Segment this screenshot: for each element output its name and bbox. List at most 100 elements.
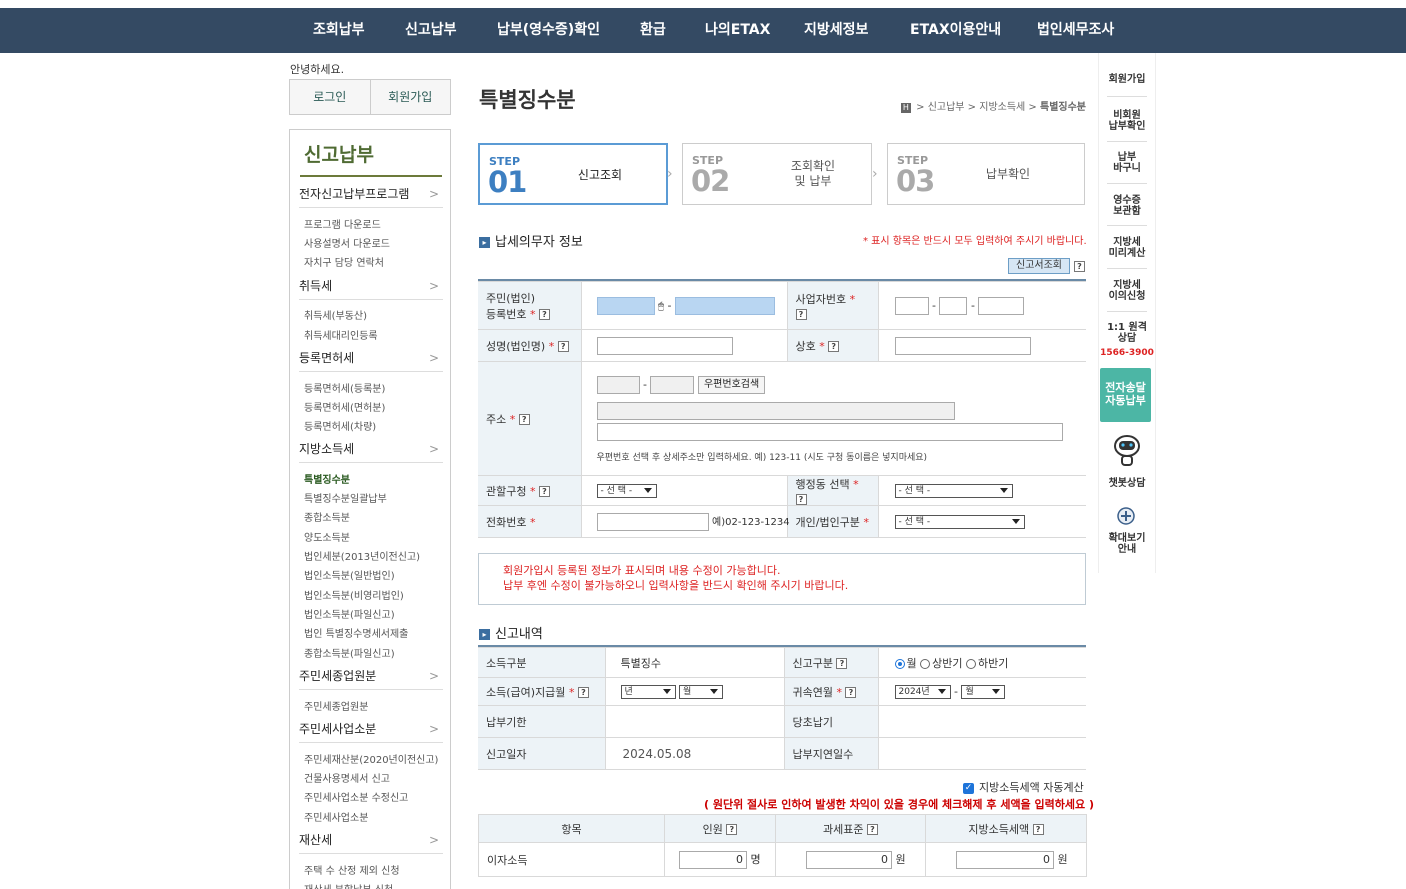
quick-zoom-guide[interactable]: 확대보기 안내	[1099, 533, 1155, 555]
pay-month-select[interactable]: 월	[679, 684, 723, 699]
chatbot-icon[interactable]	[1111, 432, 1143, 468]
help-icon[interactable]: ?	[538, 309, 550, 320]
bizno-1-input[interactable]	[894, 296, 929, 315]
login-button[interactable]: 로그인	[290, 80, 371, 114]
personal-corp-select[interactable]: - 선 택 -	[894, 514, 1025, 529]
help-icon[interactable]: ?	[795, 493, 807, 505]
pay-year-select[interactable]: 년	[620, 684, 676, 699]
radio-monthly[interactable]	[894, 658, 905, 669]
quick-payment-cart[interactable]: 납부 바구니	[1099, 152, 1155, 174]
address-2-input[interactable]	[596, 423, 1063, 441]
bizno-3-input[interactable]	[978, 296, 1025, 315]
quick-tax-precalc[interactable]: 지방세 미리계산	[1099, 237, 1155, 259]
help-icon[interactable]: ?	[795, 308, 807, 320]
help-icon[interactable]: ?	[557, 341, 569, 352]
help-icon[interactable]: ?	[828, 341, 840, 352]
side-nav-item[interactable]: 법인소득분(비영리법인)	[304, 587, 404, 602]
help-icon[interactable]: ?	[726, 824, 738, 835]
side-nav-item[interactable]: 주택 수 산정 제외 신청	[304, 862, 400, 877]
join-button[interactable]: 회원가입	[370, 80, 450, 114]
side-nav-item[interactable]: 법인 특별징수명세서제출	[304, 625, 408, 640]
quick-e-delivery[interactable]: 전자송달 자동납부	[1100, 368, 1151, 422]
gnb-item-etax-guide[interactable]: ETAX이용안내	[910, 8, 1001, 53]
phone-input[interactable]	[596, 512, 709, 531]
quick-receipt-box[interactable]: 영수증 보관함	[1099, 195, 1155, 217]
zip-search-button[interactable]: 우편번호검색	[697, 376, 766, 394]
side-nav-item[interactable]: 주민세종업원분	[304, 698, 368, 713]
side-nav-section[interactable]: 주민세사업소분 >	[299, 715, 443, 743]
dong-select[interactable]: - 선 택 -	[894, 483, 1013, 498]
side-nav-item[interactable]: 등록면허세(차량)	[304, 418, 376, 433]
home-icon[interactable]: H	[900, 103, 911, 113]
side-nav-section-active[interactable]: 지방소득세 >	[299, 435, 443, 463]
regno-back-input[interactable]	[674, 296, 775, 315]
help-icon[interactable]: ?	[845, 687, 857, 698]
bizno-2-input[interactable]	[939, 296, 968, 315]
radio-second-half[interactable]	[966, 658, 976, 669]
side-nav-item[interactable]: 재산세 분할납부 신청	[304, 881, 393, 889]
quick-chatbot[interactable]: 챗봇상담	[1099, 478, 1155, 489]
side-nav-section[interactable]: 전자신고납부프로그램 >	[299, 180, 443, 208]
side-nav-item[interactable]: 주민세사업소분	[304, 809, 368, 824]
gnb-item-refund[interactable]: 환급	[640, 8, 666, 53]
side-nav-item[interactable]: 법인소득분(파일신고)	[304, 606, 395, 621]
belong-month-select[interactable]: 월	[961, 684, 1006, 699]
gnb-item-my-etax[interactable]: 나의ETAX	[705, 8, 770, 53]
count-input[interactable]: 0	[679, 850, 747, 869]
quick-remote-support[interactable]: 1:1 원격 상담	[1099, 322, 1155, 344]
help-icon[interactable]: ?	[866, 824, 878, 835]
side-nav-item[interactable]: 법인소득분(일반법인)	[304, 567, 395, 582]
field-label: 당초납기	[783, 705, 878, 738]
gnb-item-report[interactable]: 신고납부	[405, 8, 457, 53]
zip-1-input[interactable]	[596, 376, 640, 394]
auto-calc-checkbox[interactable]: ✓ 지방소득세액 자동계산	[963, 779, 1084, 795]
regno-front-input[interactable]	[596, 296, 655, 315]
side-nav-item[interactable]: 주민세재산분(2020년이전신고)	[304, 751, 438, 766]
side-nav-item-active[interactable]: 특별징수분	[304, 471, 350, 486]
gnb-item-local-tax-info[interactable]: 지방세정보	[804, 8, 868, 53]
name-input[interactable]	[596, 336, 733, 355]
help-icon[interactable]: ?	[518, 414, 530, 425]
gnb-item-corp-audit[interactable]: 법인세무조사	[1037, 8, 1114, 53]
side-nav-item[interactable]: 사용설명서 다운로드	[304, 235, 390, 250]
side-nav-item[interactable]: 취득세(부동산)	[304, 307, 367, 322]
radio-first-half[interactable]	[920, 658, 931, 669]
help-icon[interactable]: ?	[1074, 261, 1085, 272]
district-select[interactable]: - 선 택 -	[596, 483, 657, 498]
quick-nonmember-check[interactable]: 비회원 납부확인	[1099, 110, 1155, 132]
help-icon[interactable]: ?	[836, 658, 848, 669]
side-nav-section[interactable]: 취득세 >	[299, 272, 443, 300]
side-nav-item[interactable]: 자치구 담당 연락처	[304, 254, 384, 269]
side-nav-item[interactable]: 종합소득분	[304, 509, 350, 524]
quick-join[interactable]: 회원가입	[1099, 74, 1155, 85]
side-nav-section[interactable]: 등록면허세 >	[299, 344, 443, 372]
side-nav-item[interactable]: 취득세대리인등록	[304, 327, 378, 342]
side-nav-item[interactable]: 주민세사업소분 수정신고	[304, 789, 408, 804]
gnb-item-inquiry[interactable]: 조회납부	[313, 8, 365, 53]
belong-year-select[interactable]: 2024년	[894, 684, 951, 699]
zoom-plus-icon[interactable]	[1117, 507, 1135, 525]
checkbox-checked-icon[interactable]: ✓	[963, 782, 974, 794]
zip-2-input[interactable]	[650, 376, 695, 394]
side-nav-item[interactable]: 종합소득분(파일신고)	[304, 645, 395, 660]
side-nav-item[interactable]: 특별징수분일괄납부	[304, 490, 387, 505]
breadcrumb-item[interactable]: 신고납부	[928, 102, 965, 113]
tax-base-input[interactable]: 0	[806, 850, 892, 869]
company-input[interactable]	[894, 336, 1031, 355]
side-nav-item[interactable]: 건물사용명세서 신고	[304, 770, 390, 785]
side-nav-item[interactable]: 등록면허세(등록분)	[304, 380, 385, 395]
gnb-item-receipt[interactable]: 납부(영수증)확인	[497, 8, 600, 53]
side-nav-item[interactable]: 프로그램 다운로드	[304, 216, 381, 231]
report-search-button[interactable]: 신고서조회	[1008, 258, 1070, 274]
help-icon[interactable]: ?	[538, 486, 550, 497]
help-icon[interactable]: ?	[1032, 824, 1044, 835]
local-tax-input[interactable]: 0	[956, 850, 1054, 869]
side-nav-section[interactable]: 주민세종업원분 >	[299, 662, 443, 690]
side-nav-item[interactable]: 등록면허세(면허분)	[304, 399, 385, 414]
quick-objection[interactable]: 지방세 이의신청	[1099, 280, 1155, 302]
side-nav-item[interactable]: 양도소득분	[304, 529, 350, 544]
help-icon[interactable]: ?	[577, 687, 589, 698]
side-nav-item[interactable]: 법인세분(2013년이전신고)	[304, 548, 420, 563]
side-nav-section[interactable]: 재산세 >	[299, 826, 443, 854]
breadcrumb-item[interactable]: 지방소득세	[979, 102, 1025, 113]
